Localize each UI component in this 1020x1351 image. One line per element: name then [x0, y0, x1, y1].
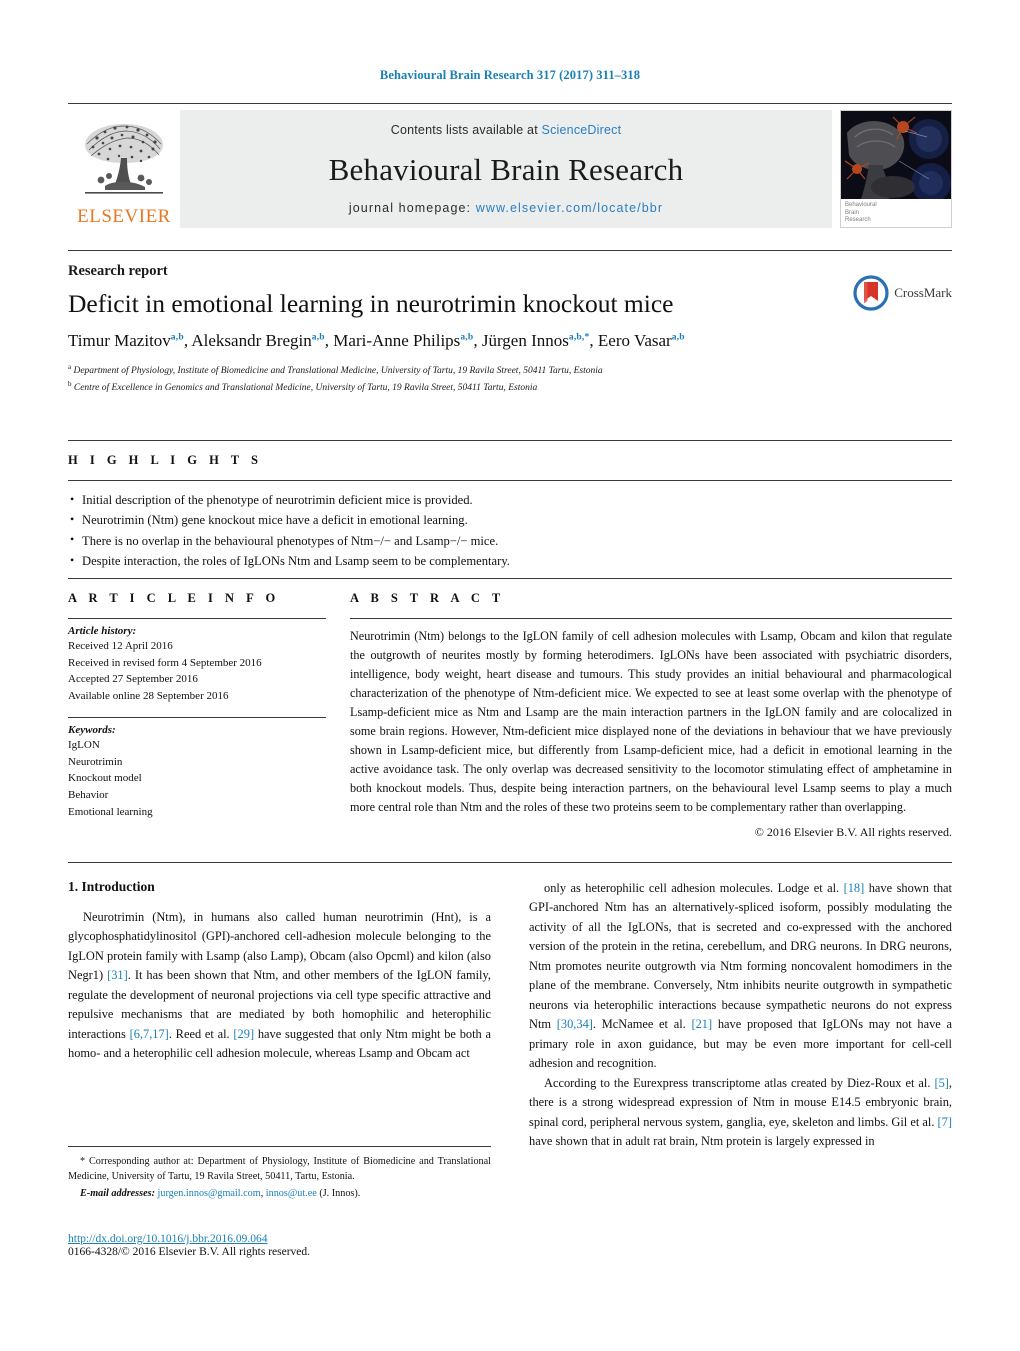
contents-available-line: Contents lists available at ScienceDirec… — [391, 123, 622, 137]
article-info-label: A R T I C L E I N F O — [68, 591, 280, 605]
keyword-item: Behavior — [68, 789, 109, 802]
affiliation-b: b Centre of Excellence in Genomics and T… — [68, 380, 538, 394]
elsevier-tree-icon — [85, 124, 163, 194]
info-and-abstract: A R T I C L E I N F O Article history: R… — [68, 578, 952, 840]
crossmark-icon — [853, 275, 889, 311]
running-head: Behavioural Brain Research 317 (2017) 31… — [379, 68, 641, 82]
list-item: Neurotrimin (Ntm) gene knockout mice hav… — [68, 510, 952, 530]
abstract-column: A B S T R A C T Neurotrimin (Ntm) belong… — [346, 591, 952, 840]
journal-homepage-link[interactable]: www.elsevier.com/locate/bbr — [476, 201, 663, 215]
affiliation-b-text: Centre of Excellence in Genomics and Tra… — [73, 383, 538, 394]
section-title-introduction: 1. Introduction — [68, 879, 155, 894]
keywords-heading: Keywords: — [68, 723, 116, 736]
cover-caption-line-1: Behavioural — [845, 202, 877, 208]
journal-homepage-line: journal homepage: www.elsevier.com/locat… — [349, 201, 663, 215]
email-addresses-note: E-mail addresses: jurgen.innos@gmail.com… — [68, 1188, 491, 1199]
abstract-divider — [350, 618, 952, 619]
article-info-column: A R T I C L E I N F O Article history: R… — [68, 591, 346, 840]
email-label: E-mail addresses: — [80, 1187, 155, 1199]
doi-link[interactable]: http://dx.doi.org/10.1016/j.bbr.2016.09.… — [68, 1233, 498, 1245]
elsevier-wordmark: ELSEVIER — [77, 206, 171, 227]
keyword-item: Neurotrimin — [68, 755, 123, 768]
cover-caption-line-2: Brain — [845, 209, 860, 216]
author-list: Timur Mazitova,b, Aleksandr Bregina,b, M… — [68, 331, 685, 351]
crossmark-badge[interactable]: CrossMark — [853, 275, 952, 311]
highlights-list: Initial description of the phenotype of … — [68, 489, 952, 572]
list-item: Despite interaction, the roles of IgLONs… — [68, 551, 952, 571]
list-item: Initial description of the phenotype of … — [68, 489, 952, 510]
article-type-label: Research report — [68, 263, 168, 279]
article-history-item: Accepted 27 September 2016 — [68, 673, 198, 686]
email-link-secondary[interactable]: innos@ut.ee — [266, 1188, 317, 1199]
corresponding-author-note: * Corresponding author at: Department of… — [68, 1156, 491, 1183]
highlights-section: H I G H L I G H T S Initial description … — [68, 440, 952, 572]
paper-page: Behavioural Brain Research 317 (2017) 31… — [0, 0, 1020, 1351]
footnote-block: * Corresponding author at: Department of… — [68, 1146, 491, 1199]
paragraph: According to the Eurexpress transcriptom… — [529, 1075, 952, 1149]
abstract-label: A B S T R A C T — [350, 591, 505, 605]
list-item: There is no overlap in the behavioural p… — [68, 530, 952, 551]
keyword-item: IgLON — [68, 738, 100, 751]
article-history-item: Available online 28 September 2016 — [68, 690, 229, 703]
homepage-prefix: journal homepage: — [348, 201, 476, 215]
article-history-item: Received 12 April 2016 — [68, 640, 173, 652]
body-column-right: only as heterophilic cell adhesion molec… — [529, 879, 952, 1152]
journal-title: Behavioural Brain Research — [328, 151, 684, 187]
body-column-left: 1. Introduction Neurotrimin (Ntm), in hu… — [68, 879, 491, 1152]
crossmark-label: CrossMark — [894, 285, 952, 300]
cover-caption-line-3: Research — [845, 217, 871, 223]
journal-cover-thumbnail: Behavioural Brain Research — [840, 110, 952, 228]
article-info-divider-bottom — [68, 716, 326, 718]
affiliations: a Department of Physiology, Institute of… — [68, 362, 952, 396]
page-title: Deficit in emotional learning in neurotr… — [68, 289, 674, 318]
highlights-label: H I G H L I G H T S — [68, 453, 263, 467]
email-owner: (J. Innos). — [319, 1187, 361, 1199]
keyword-item: Knockout model — [68, 772, 142, 785]
keyword-item: Emotional learning — [68, 805, 153, 818]
issn-copyright-line: 0166-4328/© 2016 Elsevier B.V. All right… — [68, 1246, 311, 1258]
article-header: Research report Deficit in emotional lea… — [68, 250, 952, 396]
article-info-divider-top — [68, 618, 326, 619]
doi-block: http://dx.doi.org/10.1016/j.bbr.2016.09.… — [68, 1233, 498, 1258]
article-body: 1. Introduction Neurotrimin (Ntm), in hu… — [68, 862, 952, 1152]
abstract-text: Neurotrimin (Ntm) belongs to the IgLON f… — [350, 629, 952, 815]
cover-caption: Behavioural Brain Research — [841, 199, 951, 227]
affiliation-a-text: Department of Physiology, Institute of B… — [73, 366, 603, 377]
article-history-heading: Article history: — [68, 625, 137, 637]
email-link-primary[interactable]: jurgen.innos@gmail.com — [158, 1188, 261, 1199]
paragraph: only as heterophilic cell adhesion molec… — [529, 881, 952, 1071]
article-history-item: Received in revised form 4 September 201… — [68, 656, 262, 669]
paragraph: Neurotrimin (Ntm), in humans also called… — [68, 910, 491, 1061]
contents-prefix: Contents lists available at — [390, 123, 542, 137]
journal-masthead: ELSEVIER Contents lists available at Sci… — [68, 103, 952, 228]
elsevier-logo: ELSEVIER — [68, 110, 180, 228]
highlights-divider — [68, 480, 952, 481]
masthead-banner: Contents lists available at ScienceDirec… — [180, 110, 832, 228]
sciencedirect-link[interactable]: ScienceDirect — [542, 123, 622, 137]
abstract-copyright: © 2016 Elsevier B.V. All rights reserved… — [754, 825, 952, 840]
affiliation-a: a Department of Physiology, Institute of… — [68, 363, 603, 377]
